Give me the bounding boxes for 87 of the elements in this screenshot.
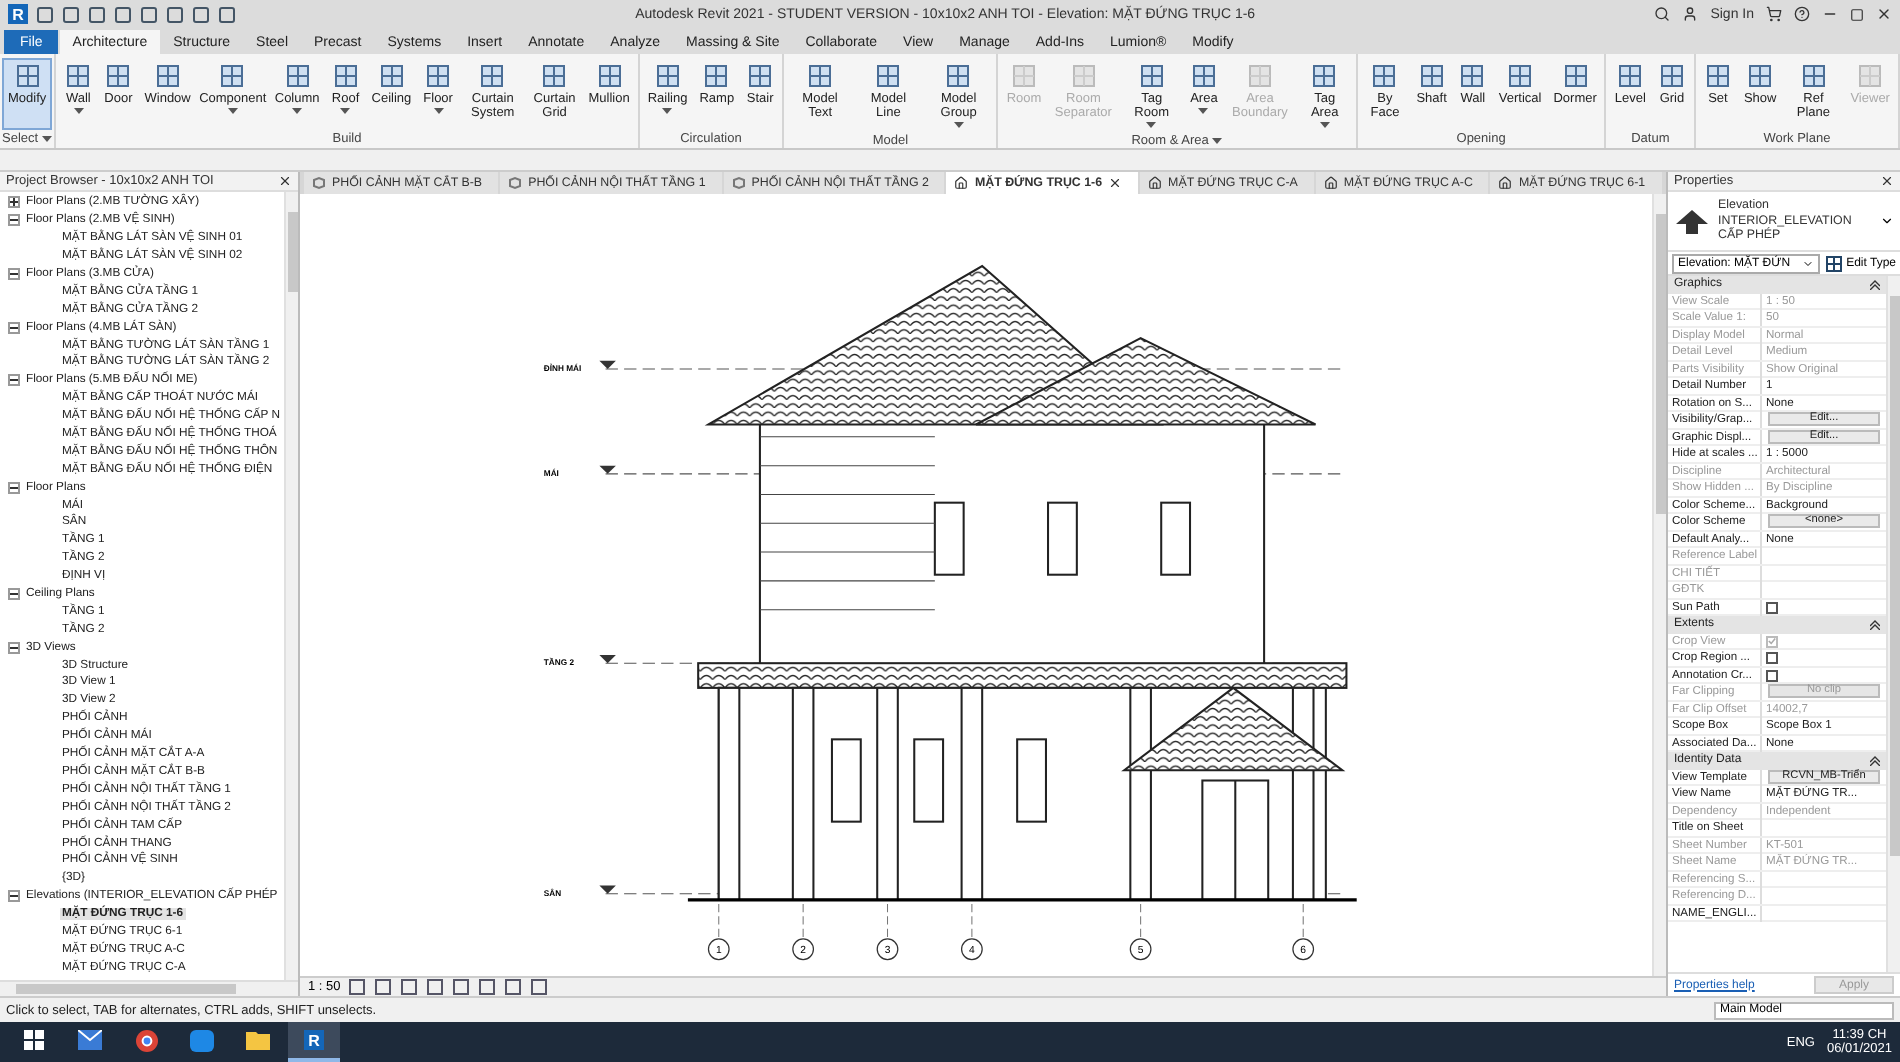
house-icon: [1148, 176, 1163, 190]
house-icon: [1498, 176, 1513, 190]
tool-icon: [331, 62, 360, 90]
chat-app-icon[interactable]: [190, 1029, 214, 1051]
elevation-type-icon: [1674, 207, 1710, 235]
revit-app-icon[interactable]: R: [304, 1030, 324, 1050]
windows-start-icon[interactable]: [24, 1030, 44, 1050]
search-icon[interactable]: [1654, 6, 1671, 22]
maximize-icon[interactable]: [1850, 7, 1864, 21]
tool-icon: [1370, 62, 1399, 90]
collapse-icon[interactable]: [8, 481, 20, 494]
tool-icon: [702, 62, 731, 90]
collapse-icon[interactable]: [1870, 619, 1880, 630]
folder-icon[interactable]: [246, 1030, 270, 1050]
browser-icon[interactable]: [135, 1029, 157, 1051]
cube-icon: [312, 176, 326, 190]
grid-line: [792, 903, 815, 961]
tool-icon: [595, 62, 624, 90]
expand-icon[interactable]: [8, 196, 20, 209]
tool-icon: [1506, 62, 1535, 90]
tool-icon: [746, 62, 775, 90]
tool-icon: [424, 62, 453, 90]
collapse-icon[interactable]: [8, 890, 20, 903]
tool-icon: [1616, 62, 1645, 90]
tool-icon: [1703, 62, 1732, 90]
caret-icon: [1802, 257, 1815, 269]
tool-icon: [540, 62, 569, 90]
tool-icon: [1137, 62, 1166, 90]
help-icon[interactable]: [1794, 6, 1810, 22]
house-icon: [1323, 176, 1338, 190]
grid-line: [707, 903, 730, 961]
close-icon[interactable]: [1880, 174, 1894, 188]
tool-icon: [13, 62, 42, 90]
tool-icon: [806, 62, 835, 90]
caret-icon[interactable]: [1880, 214, 1894, 228]
house-icon: [954, 176, 969, 190]
grid-line: [960, 903, 983, 961]
tool-icon: [64, 62, 93, 90]
checkbox[interactable]: [1766, 669, 1778, 681]
collapse-icon[interactable]: [8, 214, 20, 227]
tool-icon: [1310, 62, 1339, 90]
collapse-icon[interactable]: [8, 641, 20, 654]
user-icon[interactable]: [1682, 6, 1699, 22]
tool-icon: [104, 62, 133, 90]
cube-icon: [731, 176, 746, 190]
tool-icon: [1561, 62, 1590, 90]
tool-icon: [1417, 62, 1446, 90]
tool-icon: [1189, 62, 1218, 90]
tool-icon: [478, 62, 507, 90]
tool-icon: [1069, 62, 1098, 90]
tool-icon: [153, 62, 182, 90]
collapse-icon[interactable]: [8, 588, 20, 601]
scrollbar[interactable]: [284, 192, 298, 980]
cube-icon: [508, 176, 523, 190]
tool-icon: [1245, 62, 1274, 90]
grid-line: [1129, 903, 1152, 961]
tool-icon: [1746, 62, 1775, 90]
collapse-icon[interactable]: [1870, 755, 1880, 766]
tool-icon: [1657, 62, 1686, 90]
tool-icon: [377, 62, 406, 90]
cart-icon[interactable]: [1766, 6, 1782, 22]
tool-icon: [1799, 62, 1828, 90]
close-icon[interactable]: [278, 174, 292, 188]
scrollbar[interactable]: [1652, 194, 1666, 976]
tool-icon: [1458, 62, 1487, 90]
close-icon[interactable]: [1108, 176, 1123, 190]
scrollbar[interactable]: [1886, 276, 1900, 972]
tool-icon: [283, 62, 312, 90]
grid-line: [1292, 903, 1315, 961]
collapse-icon[interactable]: [8, 321, 20, 334]
tool-icon: [944, 62, 973, 90]
tool-icon: [1010, 62, 1039, 90]
checkbox[interactable]: [1766, 652, 1778, 664]
revit-logo: R: [8, 4, 28, 24]
collapse-icon[interactable]: [8, 268, 20, 280]
tool-icon: [218, 62, 247, 90]
scrollbar[interactable]: [0, 980, 298, 996]
collapse-icon[interactable]: [1870, 279, 1880, 290]
tool-icon: [653, 62, 682, 90]
tool-icon: [1856, 62, 1885, 90]
grid-icon: [1826, 255, 1843, 271]
mail-app-icon[interactable]: [78, 1030, 102, 1050]
close-icon[interactable]: [1876, 6, 1892, 22]
collapse-icon[interactable]: [8, 374, 20, 387]
checkbox[interactable]: [1766, 601, 1778, 613]
tool-icon: [874, 62, 903, 90]
grid-line: [876, 903, 899, 961]
